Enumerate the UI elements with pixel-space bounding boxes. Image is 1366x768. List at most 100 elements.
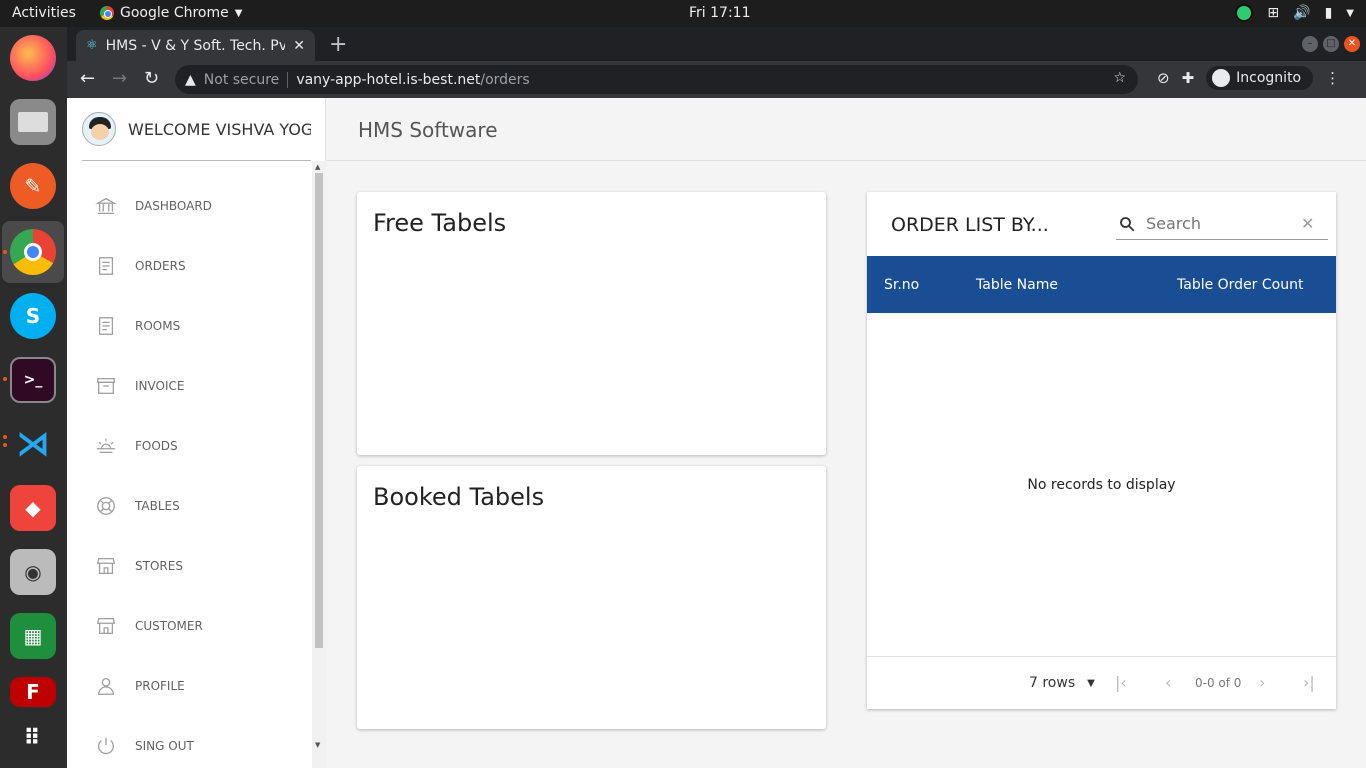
sidebar-item-label: STORES xyxy=(135,559,183,573)
empty-message: No records to display xyxy=(1027,477,1176,493)
filezilla-icon[interactable]: F xyxy=(10,677,56,707)
avatar xyxy=(82,112,116,146)
terminal-icon[interactable]: >_ xyxy=(10,357,56,403)
activities-button[interactable]: Activities xyxy=(12,5,76,21)
order-list-title: ORDER LIST BY... xyxy=(891,214,1049,236)
files-icon[interactable] xyxy=(10,99,56,145)
chrome-icon[interactable] xyxy=(10,229,56,275)
sidebar-item-label: TABLES xyxy=(135,499,180,513)
sidebar-item-orders[interactable]: ORDERS xyxy=(67,236,312,296)
next-page-icon[interactable]: › xyxy=(1259,673,1265,692)
sidebar-item-sign-out[interactable]: SING OUT xyxy=(67,716,312,768)
tab-title: HMS - V & Y Soft. Tech. Pvt xyxy=(105,37,286,54)
volume-icon[interactable]: 🔊 xyxy=(1293,5,1310,21)
lifebuoy-icon xyxy=(95,495,117,517)
spreadsheet-icon[interactable]: ▦ xyxy=(10,613,56,659)
toolbar-actions: ⊘ ✚ Incognito ⋮ xyxy=(1157,66,1340,90)
previous-page-icon[interactable]: ‹ xyxy=(1165,673,1171,692)
new-tab-button[interactable]: + xyxy=(329,32,347,57)
sidebar-item-stores[interactable]: STORES xyxy=(67,536,312,596)
page-title: HMS Software xyxy=(358,118,498,142)
store-icon xyxy=(95,615,117,637)
vscode-icon[interactable]: ⋊ xyxy=(10,421,56,467)
sidebar-item-customer[interactable]: CUSTOMER xyxy=(67,596,312,656)
skype-icon[interactable]: S xyxy=(10,293,56,339)
sidebar-scrollbar[interactable]: ▲ ▼ xyxy=(312,161,326,768)
chevron-down-icon[interactable]: ▼ xyxy=(1346,8,1354,19)
sidebar-item-label: SING OUT xyxy=(135,739,194,753)
address-bar[interactable]: ▲ Not secure vany-app-hotel.is-best.net/… xyxy=(175,65,1138,94)
running-indicator xyxy=(3,443,7,447)
window-controls: – □ ✕ xyxy=(1302,36,1360,52)
scrollbar-thumb[interactable] xyxy=(315,173,323,648)
sidebar-item-rooms[interactable]: ROOMS xyxy=(67,296,312,356)
battery-icon[interactable]: ▮ xyxy=(1325,5,1333,21)
chevron-down-icon: ▼ xyxy=(234,7,243,19)
sidebar-item-label: CUSTOMER xyxy=(135,619,203,633)
update-icon[interactable] xyxy=(1235,4,1254,22)
welcome-text: WELCOME VISHVA YOGESH xyxy=(128,119,311,139)
sidebar-item-dashboard[interactable]: DASHBOARD xyxy=(67,176,312,236)
pagination: 7 rows ▼ |‹ ‹ 0-0 of 0 › ›| xyxy=(867,656,1336,709)
scroll-up-arrow[interactable]: ▲ xyxy=(315,163,320,171)
power-icon xyxy=(95,735,117,757)
postman-icon[interactable]: ✎ xyxy=(10,163,56,209)
forward-button[interactable]: → xyxy=(112,68,127,89)
firefox-icon[interactable] xyxy=(10,35,56,81)
browser-toolbar: ← → ↻ ▲ Not secure vany-app-hotel.is-bes… xyxy=(67,61,1366,98)
free-tables-title: Free Tabels xyxy=(373,209,507,237)
incognito-badge[interactable]: Incognito xyxy=(1206,66,1314,90)
user-icon xyxy=(95,675,117,697)
browser-tab[interactable]: ⚛ HMS - V & Y Soft. Tech. Pvt ✕ xyxy=(76,30,315,61)
clear-search-icon[interactable]: ✕ xyxy=(1301,214,1314,233)
sidebar-menu: DASHBOARD ORDERS ROOMS INVOICE FOODS TAB… xyxy=(67,176,312,768)
search-box: ✕ xyxy=(1116,208,1328,240)
rows-per-page-select[interactable]: 7 rows ▼ xyxy=(1029,675,1095,691)
maximize-button[interactable]: □ xyxy=(1323,36,1339,52)
back-button[interactable]: ← xyxy=(80,68,95,89)
incognito-label: Incognito xyxy=(1236,70,1302,86)
table-header: Sr.no Table Name Table Order Count xyxy=(867,256,1336,313)
anydesk-icon[interactable]: ◆ xyxy=(10,485,56,531)
system-tray[interactable]: ⊞ 🔊 ▮ ▼ xyxy=(1235,4,1354,22)
bank-icon xyxy=(95,195,117,217)
warning-icon[interactable]: ▲ xyxy=(185,72,196,88)
sidebar-item-label: DASHBOARD xyxy=(135,199,212,213)
sidebar-item-invoice[interactable]: INVOICE xyxy=(67,356,312,416)
close-window-button[interactable]: ✕ xyxy=(1344,36,1360,52)
archive-icon xyxy=(95,375,117,397)
network-icon[interactable]: ⊞ xyxy=(1267,5,1279,21)
url-path: /orders xyxy=(480,71,530,88)
bookmark-star-icon[interactable]: ☆ xyxy=(1113,70,1126,86)
clock[interactable]: Fri 17:11 xyxy=(689,5,750,21)
camera-icon[interactable]: ◉ xyxy=(10,549,56,595)
security-label[interactable]: Not secure xyxy=(204,72,280,88)
page-info: 0-0 of 0 xyxy=(1195,676,1242,690)
column-header-table-name[interactable]: Table Name xyxy=(976,277,1058,293)
more-menu-icon[interactable]: ⋮ xyxy=(1325,69,1340,87)
last-page-icon[interactable]: ›| xyxy=(1303,673,1315,692)
column-header-sr-no[interactable]: Sr.no xyxy=(884,277,919,293)
booked-tables-title: Booked Tabels xyxy=(373,483,545,511)
first-page-icon[interactable]: |‹ xyxy=(1115,673,1127,692)
minimize-button[interactable]: – xyxy=(1302,36,1318,52)
column-header-order-count[interactable]: Table Order Count xyxy=(1177,277,1303,293)
scroll-down-arrow[interactable]: ▼ xyxy=(315,741,320,749)
store-icon xyxy=(95,555,117,577)
dock: ✎ S >_ ⋊ ◆ ◉ ▦ F ⠿ xyxy=(0,27,67,768)
extensions-icon[interactable]: ✚ xyxy=(1182,69,1195,87)
sidebar-item-label: INVOICE xyxy=(135,379,185,393)
close-tab-icon[interactable]: ✕ xyxy=(293,38,305,54)
sidebar-item-profile[interactable]: PROFILE xyxy=(67,656,312,716)
app-grid-icon[interactable]: ⠿ xyxy=(10,715,56,761)
cookie-blocked-icon[interactable]: ⊘ xyxy=(1157,69,1170,87)
reload-button[interactable]: ↻ xyxy=(144,68,159,89)
sunrise-icon xyxy=(95,435,117,457)
running-indicator xyxy=(3,250,7,254)
search-input[interactable] xyxy=(1146,214,1291,233)
sidebar-item-foods[interactable]: FOODS xyxy=(67,416,312,476)
url-text[interactable]: vany-app-hotel.is-best.net/orders xyxy=(296,72,529,88)
sidebar-item-label: ROOMS xyxy=(135,319,181,333)
app-menu[interactable]: Google Chrome ▼ xyxy=(100,5,242,21)
sidebar-item-tables[interactable]: TABLES xyxy=(67,476,312,536)
